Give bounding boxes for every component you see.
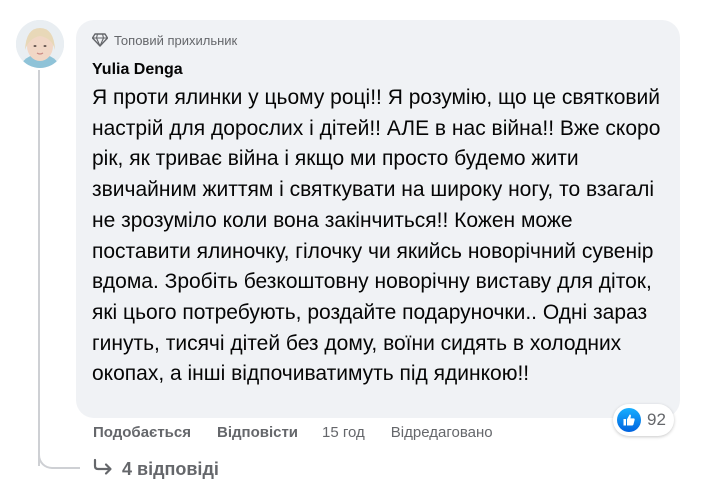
like-icon xyxy=(617,408,641,432)
reply-button[interactable]: Відповісти xyxy=(217,424,298,441)
comment-text: Я проти ялинки у цьому році!! Я розумію,… xyxy=(92,86,661,386)
avatar[interactable] xyxy=(16,20,64,68)
thread-connector xyxy=(38,445,80,469)
edited-label: Відредаговано xyxy=(390,424,493,441)
reactions-count-button[interactable]: 92 xyxy=(613,404,674,436)
replies-label: 4 відповіді xyxy=(122,459,219,479)
like-button[interactable]: Подобається xyxy=(93,424,191,441)
author-name[interactable]: Yulia Denga xyxy=(92,61,183,79)
top-fan-badge: Топовий прихильник xyxy=(92,31,668,49)
timestamp[interactable]: 15 год xyxy=(322,424,365,441)
diamond-icon xyxy=(92,33,108,47)
view-replies-button[interactable]: 4 відповіді xyxy=(92,458,219,481)
thread-line xyxy=(38,70,40,466)
badge-label: Топовий прихильник xyxy=(114,32,238,48)
comment-actions: Подобається Відповісти 15 год Відредагов… xyxy=(93,424,493,441)
comment-bubble: Топовий прихильник Yulia Denga Я проти я… xyxy=(76,20,680,418)
reply-arrow-icon xyxy=(92,458,114,481)
reactions-count: 92 xyxy=(647,410,666,429)
